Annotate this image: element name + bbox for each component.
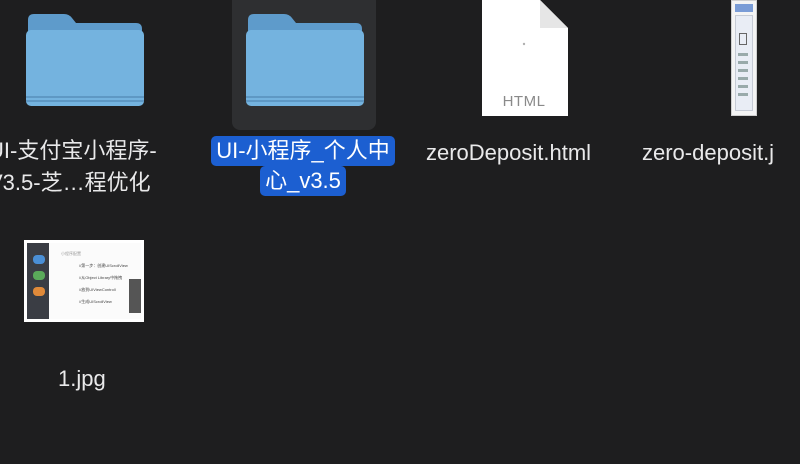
folder-icon — [24, 10, 144, 106]
file-label: zeroDeposit.html — [426, 140, 592, 165]
preview-line: //从Object Library中拖拽 — [79, 275, 123, 280]
folder-label-line1: UI-支付宝小程序- — [0, 138, 157, 163]
file-label: 1.jpg — [58, 366, 106, 391]
preview-line: //第一步：创建UIScrollView — [79, 263, 128, 268]
folder-icon — [244, 10, 364, 106]
selected-folder-label-line1: UI-小程序_个人中 — [211, 136, 395, 166]
selected-folder-label-line2: 心_v3.5 — [260, 166, 346, 196]
jpg-thumbnail: 小程序配置 //第一步：创建UIScrollView //从Object Lib… — [24, 240, 144, 322]
file-label: zero-deposit.j — [642, 140, 775, 165]
selected-folder-label[interactable]: UI-小程序_个人中 心_v3.5 — [200, 136, 406, 196]
folder-label-line2: V3.5-芝…程优化 — [0, 170, 151, 195]
finder-icon-view: UI-支付宝小程序- V3.5-芝…程优化 UI-小程序_个人中 心_v3.5 — [0, 0, 800, 464]
html-document-icon: HTML — [480, 0, 568, 116]
preview-header: 小程序配置 — [61, 251, 81, 256]
preview-line: //放到UIViewControll — [79, 287, 116, 292]
preview-line: //生成UIScrollView — [79, 299, 112, 304]
preview-popup — [129, 279, 141, 313]
file-type-tag: HTML — [502, 93, 546, 110]
image-thumbnail — [731, 0, 757, 116]
